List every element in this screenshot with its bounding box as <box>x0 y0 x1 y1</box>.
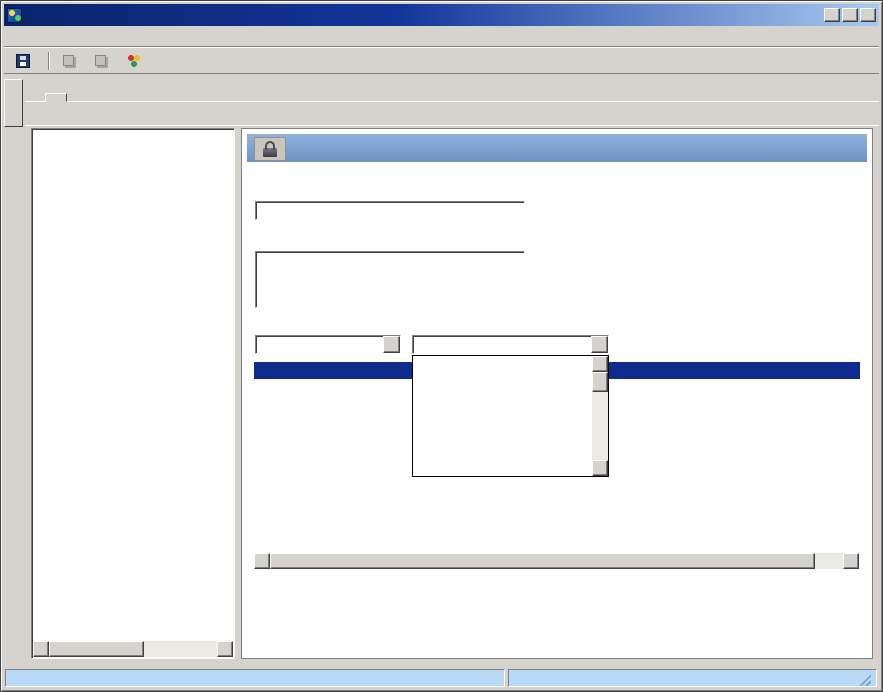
trusted-ports-value <box>413 336 591 353</box>
acl-behavior-combobox[interactable] <box>255 335 401 354</box>
tab-security-policy[interactable] <box>45 93 67 102</box>
app-window <box>0 0 883 692</box>
component-icon <box>95 55 106 66</box>
dropdown-scroll-thumb[interactable] <box>592 372 608 392</box>
trusted-ports-dropdown-list <box>412 355 609 477</box>
save-policy-button[interactable] <box>9 51 42 71</box>
policy-tab-row <box>25 79 879 102</box>
status-message <box>5 669 505 687</box>
dropdown-options <box>413 356 592 476</box>
maximize-button[interactable] <box>842 8 858 22</box>
scroll-left-icon[interactable] <box>254 553 270 569</box>
close-button[interactable] <box>860 8 876 22</box>
tasks-side-tab[interactable] <box>4 79 23 127</box>
scroll-up-icon[interactable] <box>592 356 608 372</box>
content-area <box>25 125 879 665</box>
dropdown-scrollbar[interactable] <box>592 356 608 476</box>
grid-scroll-thumb[interactable] <box>270 553 815 569</box>
title-bar <box>4 4 879 26</box>
tree-scroll-thumb[interactable] <box>49 641 144 657</box>
floppy-icon <box>16 53 30 68</box>
chevron-down-icon[interactable] <box>383 336 400 353</box>
menu-bar <box>4 26 879 47</box>
chevron-down-icon[interactable] <box>591 336 608 353</box>
remove-component-icon <box>127 53 141 68</box>
tree-horizontal-scrollbar[interactable] <box>33 641 233 657</box>
acl-behavior-value <box>256 336 383 353</box>
status-bar <box>4 667 879 688</box>
status-secondary <box>508 669 877 687</box>
app-icon <box>7 7 22 23</box>
acl-icon-block <box>254 137 288 162</box>
scroll-left-icon[interactable] <box>33 641 49 657</box>
grid-horizontal-scrollbar[interactable] <box>254 553 859 569</box>
locations-tree <box>34 132 232 640</box>
acl-panel <box>241 128 873 659</box>
lock-icon-box <box>254 137 286 161</box>
minimize-button[interactable] <box>824 8 840 22</box>
scroll-down-icon[interactable] <box>592 460 608 476</box>
toolbar <box>4 47 879 74</box>
grid-scroll-track[interactable] <box>270 553 843 569</box>
trusted-ports-combobox[interactable] <box>412 335 609 354</box>
new-component-button[interactable] <box>56 52 86 69</box>
name-input[interactable] <box>255 201 525 220</box>
component-icon <box>63 55 74 66</box>
dropdown-scroll-track[interactable] <box>592 372 608 460</box>
scroll-right-icon[interactable] <box>843 553 859 569</box>
tree-scroll-track[interactable] <box>49 641 217 657</box>
acl-panel-header <box>247 134 867 162</box>
resize-grip[interactable] <box>858 673 871 686</box>
associate-component-button[interactable] <box>88 52 118 69</box>
scroll-right-icon[interactable] <box>217 641 233 657</box>
lock-icon <box>263 141 277 157</box>
tab-policies[interactable] <box>25 93 45 101</box>
remove-component-button[interactable] <box>120 51 153 71</box>
locations-tree-panel <box>31 128 235 659</box>
description-textarea[interactable] <box>255 251 525 308</box>
toolbar-separator <box>48 51 50 70</box>
section-tab-row <box>28 104 876 125</box>
